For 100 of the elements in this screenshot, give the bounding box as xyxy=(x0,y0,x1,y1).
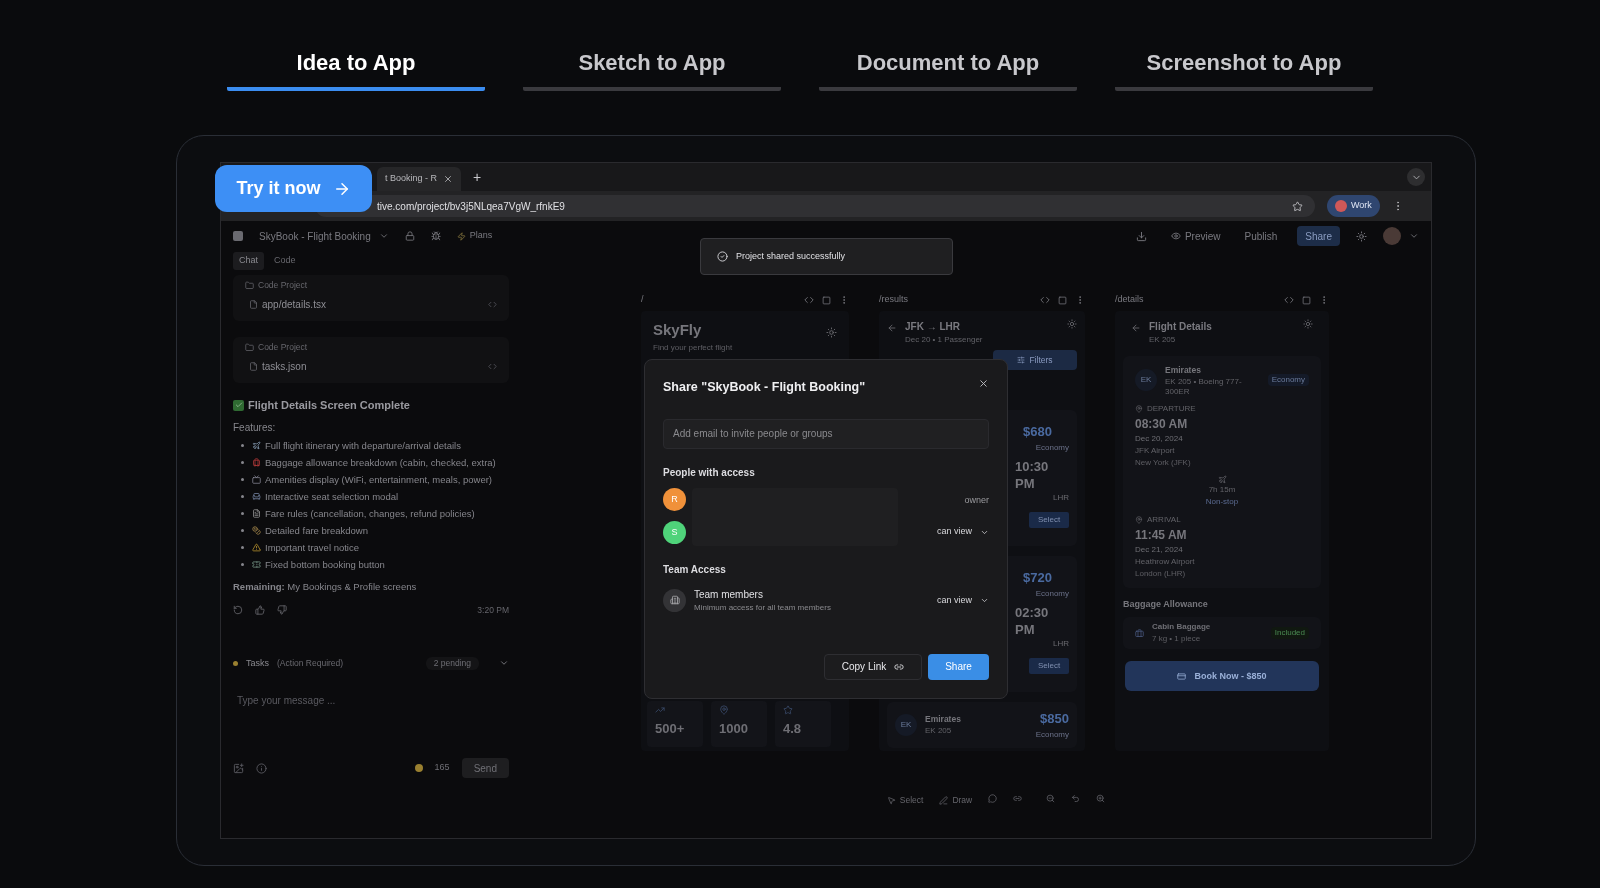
mode-tab[interactable]: Document to App xyxy=(819,46,1077,91)
zoom-in-icon[interactable] xyxy=(1096,794,1106,803)
share-button[interactable]: Share xyxy=(1297,226,1340,246)
code-icon[interactable] xyxy=(804,295,814,305)
new-tab-button[interactable]: + xyxy=(473,166,482,188)
code-icon[interactable] xyxy=(1284,295,1294,305)
undo-icon[interactable] xyxy=(233,605,243,616)
info-icon[interactable] xyxy=(256,762,267,774)
route-title: JFK → LHR xyxy=(905,320,961,334)
mode-tab[interactable]: Screenshot to App xyxy=(1115,46,1373,91)
share-button[interactable]: Share xyxy=(928,653,989,680)
lock-icon[interactable] xyxy=(404,231,415,241)
route-path: / xyxy=(641,293,645,307)
remaining-text: Remaining: My Bookings & Profile screens xyxy=(233,579,418,594)
address-bar[interactable]: tive.com/project/bv3j5NLqea7VgW_rfnkE9 xyxy=(315,195,1315,217)
preview-button[interactable]: Preview xyxy=(1184,228,1221,244)
app-subtitle: Find your perfect flight xyxy=(653,341,734,354)
reset-icon[interactable] xyxy=(1071,794,1081,803)
mode-tab[interactable]: Idea to App xyxy=(227,46,485,91)
tasks-label[interactable]: Tasks xyxy=(246,656,269,670)
user-avatar: R xyxy=(663,487,686,511)
link-icon[interactable] xyxy=(1013,794,1023,803)
user-avatar: S xyxy=(663,520,686,544)
departure-time: 10:30 PM xyxy=(1015,457,1050,492)
email-input[interactable]: Add email to invite people or groups xyxy=(663,418,989,449)
file-card[interactable]: Code Project tasks.json xyxy=(233,337,509,383)
panel-tab[interactable]: Chat xyxy=(233,252,264,270)
airline-badge: EK xyxy=(895,714,917,736)
airline-name: Emirates xyxy=(1165,364,1202,377)
leg-city: New York (JFK) xyxy=(1135,456,1192,469)
try-it-now-button[interactable]: Try it now xyxy=(215,165,372,212)
zoom-out-icon[interactable] xyxy=(1046,794,1056,803)
profile-chip[interactable]: Work xyxy=(1327,195,1380,217)
flight-card[interactable]: EK Emirates EK 205 $850 Economy xyxy=(887,702,1077,748)
copy-link-button[interactable]: Copy Link xyxy=(824,653,922,680)
bullet-icon xyxy=(241,511,244,515)
features-label: Features: xyxy=(233,420,277,435)
book-now-button[interactable]: Book Now - $850 xyxy=(1125,661,1319,692)
leg-airport: Heathrow Airport xyxy=(1135,555,1196,568)
code-icon[interactable] xyxy=(1040,295,1050,305)
mode-tab[interactable]: Sketch to App xyxy=(523,46,781,91)
code-icon[interactable] xyxy=(488,361,497,371)
frame-icon[interactable] xyxy=(822,295,831,305)
message-input[interactable]: Type your message ... xyxy=(233,682,509,718)
draw-tool[interactable]: Draw xyxy=(952,794,973,807)
card-icon xyxy=(1177,671,1187,681)
chevron-icon[interactable] xyxy=(378,231,389,241)
role-dropdown[interactable]: can view xyxy=(937,525,989,539)
select-button[interactable]: Select xyxy=(1029,657,1069,674)
plane-icon xyxy=(252,440,261,450)
filters-button[interactable]: Filters xyxy=(993,350,1077,370)
comment-icon[interactable] xyxy=(988,794,998,803)
leg-time: 11:45 AM xyxy=(1135,526,1188,544)
image-icon[interactable] xyxy=(233,762,244,774)
close-icon[interactable] xyxy=(978,378,989,389)
file-card[interactable]: Code Project app/details.tsx xyxy=(233,275,509,321)
project-name[interactable]: SkyBook - Flight Booking xyxy=(259,228,371,244)
frame-icon[interactable] xyxy=(1058,295,1067,305)
role-dropdown[interactable]: can view xyxy=(937,593,989,607)
select-button[interactable]: Select xyxy=(1029,511,1069,528)
filter-icon xyxy=(1017,356,1026,364)
download-icon[interactable] xyxy=(1135,230,1147,242)
bullet-icon xyxy=(241,545,244,549)
select-tool[interactable]: Select xyxy=(899,794,924,807)
sun-icon[interactable] xyxy=(1356,230,1367,242)
send-button[interactable]: Send xyxy=(461,758,509,778)
sun-icon[interactable] xyxy=(1303,319,1313,329)
tab-menu-button[interactable] xyxy=(1407,168,1425,186)
bookmark-star-icon[interactable] xyxy=(1292,200,1303,212)
cabin-class: Economy xyxy=(1034,441,1069,454)
pen-icon xyxy=(939,795,949,805)
browser-tab[interactable]: t Booking - R xyxy=(377,167,461,191)
airport-code: LHR xyxy=(1053,637,1069,650)
seat-icon xyxy=(252,491,261,501)
thumbs-up-icon[interactable] xyxy=(255,605,265,616)
tasks-note: (Action Required) xyxy=(277,656,344,670)
included-badge: Included xyxy=(1270,627,1309,640)
chevron-icon[interactable] xyxy=(1409,231,1419,241)
sun-icon[interactable] xyxy=(1067,319,1077,329)
close-icon[interactable] xyxy=(443,174,453,184)
coin-icon xyxy=(414,764,423,772)
user-avatar[interactable] xyxy=(1383,227,1401,245)
pending-count: 2 pending xyxy=(425,656,479,670)
luggage-icon xyxy=(252,457,261,467)
publish-button[interactable]: Publish xyxy=(1244,228,1278,244)
airline-name: Emirates xyxy=(925,712,962,726)
thumbs-down-icon[interactable] xyxy=(277,605,287,616)
bullet-icon xyxy=(241,528,244,532)
panel-tab[interactable]: Code xyxy=(268,252,302,270)
back-arrow-icon[interactable] xyxy=(887,323,897,333)
back-arrow-icon[interactable] xyxy=(1131,323,1141,333)
plans-link[interactable]: Plans xyxy=(469,229,493,243)
sun-icon[interactable] xyxy=(826,327,837,338)
bug-icon[interactable] xyxy=(430,231,441,241)
code-icon[interactable] xyxy=(488,299,497,309)
frame-icon[interactable] xyxy=(1302,295,1311,305)
profile-avatar-icon xyxy=(1335,200,1347,212)
bolt-icon xyxy=(456,231,466,241)
file-icon xyxy=(249,361,258,371)
feature-text: Full flight itinerary with departure/arrival details xyxy=(265,438,461,453)
